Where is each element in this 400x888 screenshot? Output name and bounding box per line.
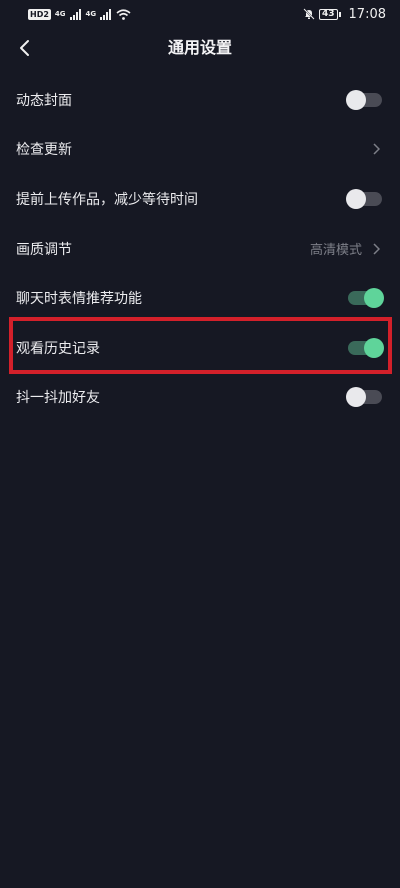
setting-label: 抖一抖加好友: [16, 390, 100, 407]
setting-shake-add-friend[interactable]: 抖一抖加好友: [0, 373, 400, 423]
setting-emoji-recommend[interactable]: 聊天时表情推荐功能: [0, 273, 400, 323]
status-left: HD2 4G 4G: [28, 8, 131, 20]
toggle-knob: [346, 89, 366, 110]
wifi-icon: [116, 8, 131, 20]
toggle-knob: [364, 337, 384, 358]
chevron-right-icon: [368, 241, 384, 257]
settings-list: 动态封面 检查更新 提前上传作品，减少等待时间 画质调节 高清模式 聊天时表情推…: [0, 75, 400, 422]
header: 通用设置: [0, 28, 400, 68]
status-right: 43 17:08: [303, 7, 386, 22]
setting-pre-upload[interactable]: 提前上传作品，减少等待时间: [0, 174, 400, 224]
toggle-knob: [346, 188, 366, 209]
shake-add-friend-toggle[interactable]: [346, 387, 382, 408]
battery-level: 43: [319, 8, 338, 20]
setting-dynamic-cover[interactable]: 动态封面: [0, 75, 400, 125]
setting-label: 动态封面: [16, 92, 72, 109]
hd-label: HD: [30, 9, 44, 19]
network-label-2: 4G: [85, 9, 97, 18]
clock: 17:08: [348, 6, 386, 22]
battery-cap: [338, 11, 341, 17]
signal-icon-2: [100, 8, 112, 20]
watch-history-toggle[interactable]: [348, 337, 384, 358]
hd-num: 2: [43, 9, 49, 19]
battery-icon: 43: [319, 8, 341, 20]
pre-upload-toggle[interactable]: [346, 188, 382, 209]
hd-badge: HD2: [28, 8, 51, 20]
setting-watch-history[interactable]: 观看历史记录: [0, 323, 400, 373]
setting-label: 检查更新: [16, 142, 72, 159]
chevron-right-icon: [368, 141, 384, 157]
signal-icon: [69, 8, 81, 20]
row-right: [368, 141, 384, 157]
toggle-knob: [346, 387, 366, 408]
status-bar: HD2 4G 4G 43 17:08: [0, 0, 400, 28]
toggle-knob: [364, 288, 384, 309]
setting-check-update[interactable]: 检查更新: [0, 125, 400, 175]
network-label-1: 4G: [54, 9, 66, 18]
setting-value: 高清模式: [309, 243, 362, 259]
setting-video-quality[interactable]: 画质调节 高清模式: [0, 224, 400, 274]
setting-label: 聊天时表情推荐功能: [16, 291, 142, 308]
dynamic-cover-toggle[interactable]: [346, 89, 382, 110]
page-title: 通用设置: [167, 38, 232, 57]
setting-label: 提前上传作品，减少等待时间: [16, 191, 198, 208]
setting-label: 观看历史记录: [16, 340, 100, 357]
row-right: 高清模式: [310, 239, 384, 258]
emoji-recommend-toggle[interactable]: [348, 288, 384, 309]
setting-label: 画质调节: [16, 241, 72, 258]
mute-bell-icon: [303, 8, 315, 20]
